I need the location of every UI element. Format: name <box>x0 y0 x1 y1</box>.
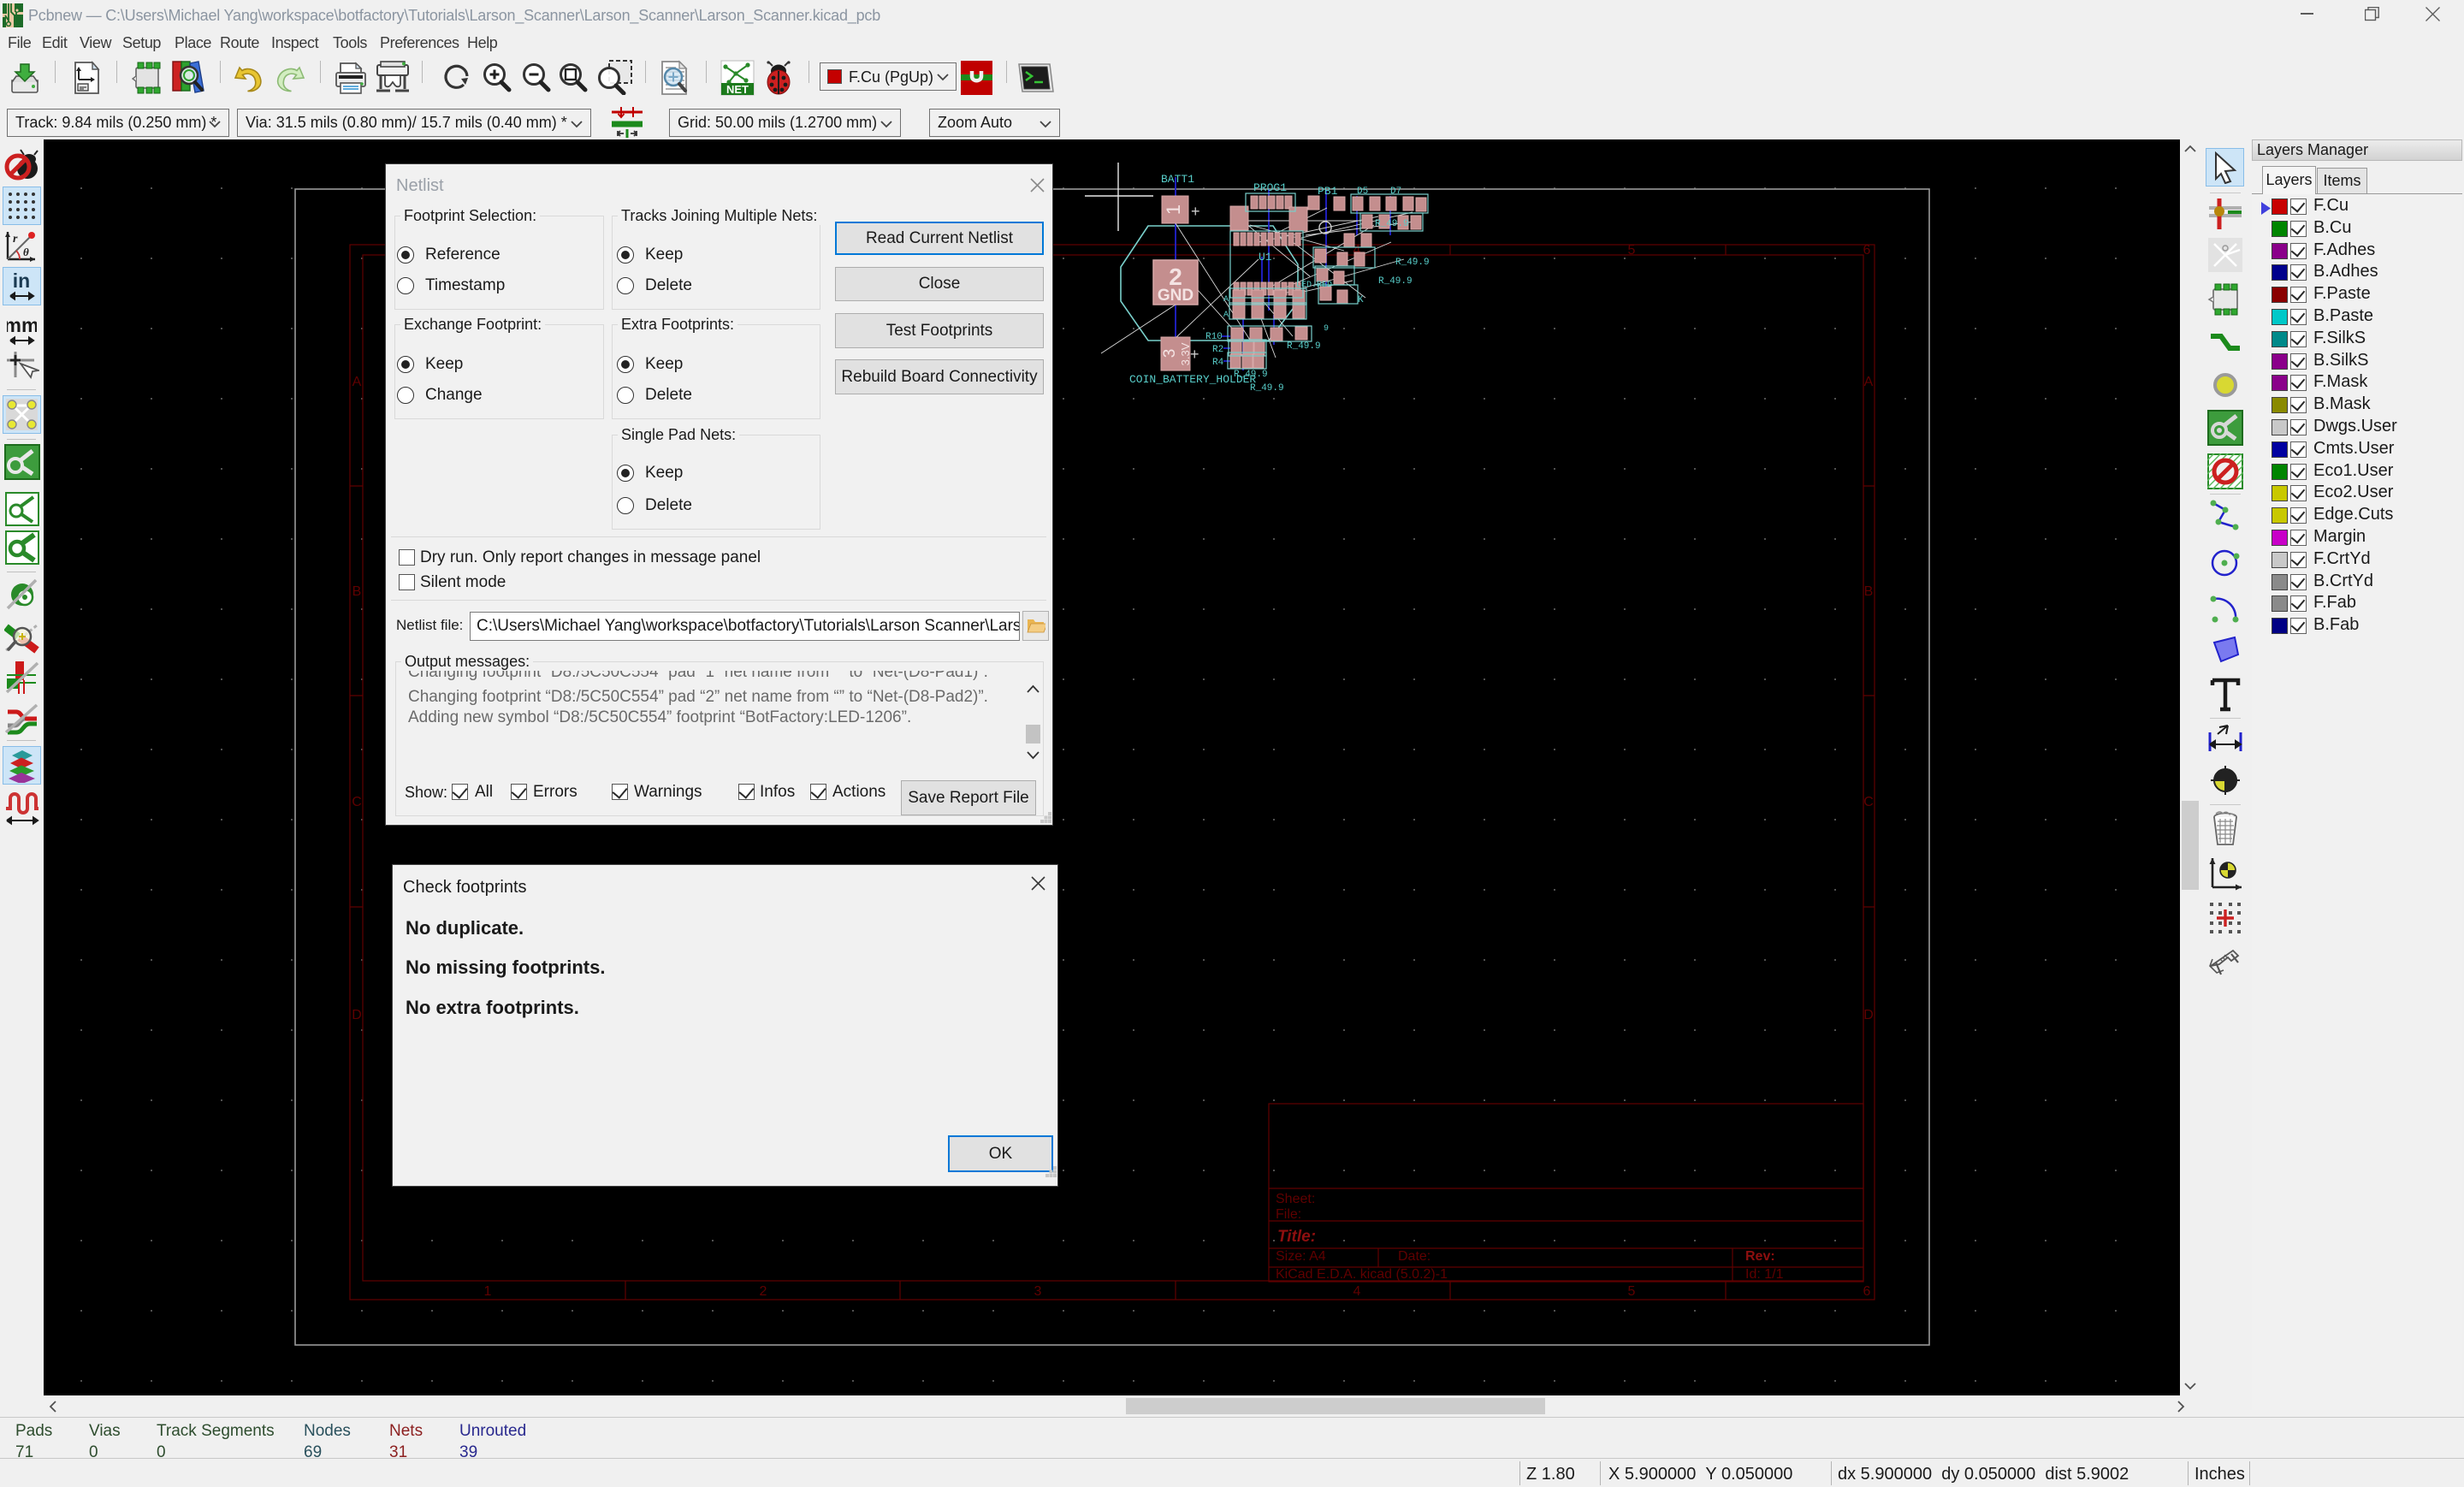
svg-text:R4: R4 <box>1212 358 1224 368</box>
svg-text:R_49.9: R_49.9 <box>1378 276 1413 287</box>
svg-text:4: 4 <box>1353 1284 1361 1299</box>
svg-text:C: C <box>352 795 362 809</box>
svg-text:C: C <box>1863 795 1874 809</box>
svg-text:KiCad E.D.A. kicad (5.0.2)-1: KiCad E.D.A. kicad (5.0.2)-1 <box>1276 1267 1448 1282</box>
svg-text:5: 5 <box>1628 243 1636 258</box>
svg-text:r: r <box>13 233 18 246</box>
svg-text:A: A <box>1223 311 1229 320</box>
svg-text:K: K <box>1358 295 1364 305</box>
svg-text:R2: R2 <box>1212 345 1223 355</box>
svg-text:1: 1 <box>484 1284 492 1299</box>
svg-text:6: 6 <box>1863 243 1871 258</box>
svg-text:U1: U1 <box>1259 251 1272 264</box>
svg-text:D7: D7 <box>1390 187 1401 197</box>
svg-text:2: 2 <box>760 1284 767 1299</box>
svg-text:Title:: Title: <box>1277 1228 1316 1246</box>
svg-text:+: + <box>1191 203 1200 220</box>
svg-text:D: D <box>352 1008 362 1022</box>
svg-text:PROG1: PROG1 <box>1253 181 1287 194</box>
svg-text:GND: GND <box>1158 287 1194 305</box>
svg-text:in: in <box>13 270 30 292</box>
svg-text:Date:: Date: <box>1398 1249 1430 1264</box>
svg-text:Rev:: Rev: <box>1745 1249 1775 1264</box>
svg-text:Size: A4: Size: A4 <box>1276 1249 1326 1264</box>
svg-text:6: 6 <box>1863 1284 1871 1299</box>
svg-text:A: A <box>352 375 362 389</box>
svg-text:5: 5 <box>1628 1284 1636 1299</box>
svg-text:B: B <box>352 584 362 599</box>
svg-text:LED.RED: LED.RED <box>1296 281 1332 290</box>
svg-text:PB1: PB1 <box>1318 185 1338 198</box>
svg-text:θ: θ <box>23 246 29 258</box>
svg-text:3: 3 <box>1034 1284 1042 1299</box>
svg-text:File:: File: <box>1276 1207 1301 1222</box>
svg-text:R_49.9: R_49.9 <box>1287 341 1321 352</box>
svg-text:9: 9 <box>1324 324 1329 334</box>
svg-text:R_49.9: R_49.9 <box>1395 258 1430 268</box>
svg-text:D5: D5 <box>1357 187 1368 197</box>
svg-text:Id: 1/1: Id: 1/1 <box>1745 1267 1784 1282</box>
svg-text:1: 1 <box>1163 204 1184 215</box>
svg-text:NET: NET <box>726 83 749 96</box>
svg-text:Sheet:: Sheet: <box>1276 1192 1315 1206</box>
svg-text:+: + <box>1190 346 1199 363</box>
svg-text:BATT1: BATT1 <box>1161 173 1194 186</box>
svg-text:R_49.9: R_49.9 <box>1375 219 1409 229</box>
svg-text:A: A <box>1864 375 1874 389</box>
svg-text:3: 3 <box>1161 349 1179 358</box>
svg-text:COIN_BATTERY_HOLDER: COIN_BATTERY_HOLDER <box>1129 373 1256 386</box>
svg-text:D: D <box>1863 1008 1874 1022</box>
svg-text:A: A <box>1223 295 1229 305</box>
svg-text:R10: R10 <box>1205 332 1223 342</box>
svg-text:B: B <box>1864 584 1874 599</box>
svg-text:mm: mm <box>7 315 37 336</box>
